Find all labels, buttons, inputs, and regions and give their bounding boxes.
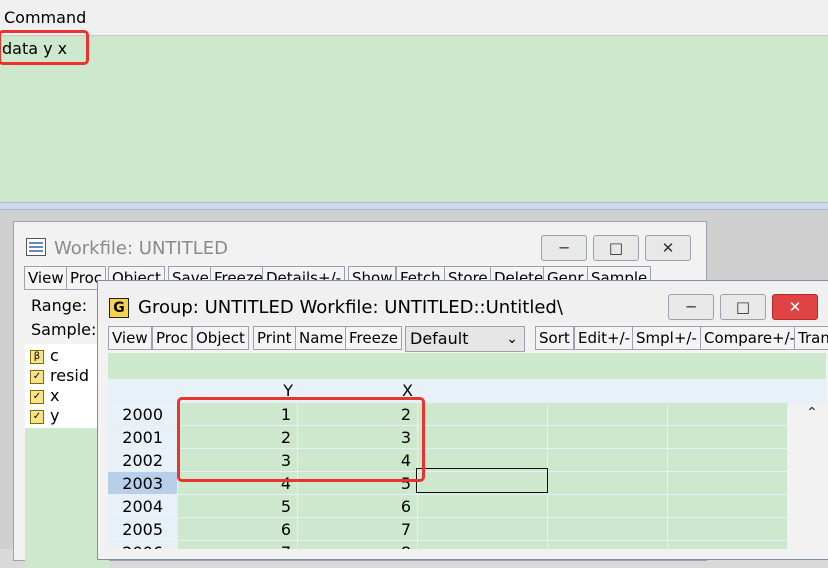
beta-icon: β — [30, 349, 44, 364]
command-input-area[interactable]: data y x — [0, 36, 828, 202]
sample-label: Sample: — [31, 320, 97, 339]
chevron-up-icon[interactable]: ⌃ — [806, 405, 818, 421]
list-item[interactable]: ✓ resid — [30, 366, 89, 386]
cell-x[interactable]: 7 — [298, 518, 418, 541]
column-header-empty[interactable] — [548, 379, 668, 403]
pane-divider[interactable] — [0, 202, 828, 210]
command-header: Command — [0, 0, 828, 36]
workfile-icon — [26, 238, 46, 256]
grp-sort-button[interactable]: Sort — [535, 326, 574, 350]
cell-x[interactable]: 8 — [298, 541, 418, 549]
cell-empty[interactable] — [668, 426, 788, 449]
cell-empty[interactable] — [668, 518, 788, 541]
list-item[interactable]: ✓ y — [30, 406, 59, 426]
column-header-empty[interactable] — [668, 379, 788, 403]
row-header[interactable]: 2005 — [108, 518, 178, 541]
cell-empty[interactable] — [548, 518, 668, 541]
series-icon: ✓ — [30, 409, 44, 424]
cell-empty[interactable] — [418, 541, 548, 549]
cell-empty[interactable] — [548, 541, 668, 549]
wf-view-button[interactable]: View — [24, 266, 68, 290]
group-title: Group: UNTITLED Workfile: UNTITLED::Unti… — [138, 297, 563, 318]
list-item[interactable]: ✓ x — [30, 386, 59, 406]
list-item[interactable]: βc — [30, 346, 59, 366]
view-dropdown-value: Default — [410, 329, 469, 348]
column-header-empty[interactable] — [788, 379, 826, 403]
cell-empty[interactable] — [418, 495, 548, 518]
view-dropdown[interactable]: Default ⌄ — [405, 326, 525, 352]
cell-empty[interactable] — [668, 403, 788, 426]
cell-empty[interactable] — [418, 518, 548, 541]
group-icon: G — [109, 298, 129, 318]
group-titlebar[interactable]: G Group: UNTITLED Workfile: UNTITLED::Un… — [98, 281, 828, 323]
vertical-scrollbar[interactable]: ⌃ — [798, 403, 826, 549]
grid-edit-strip — [108, 353, 826, 379]
close-icon[interactable]: ✕ — [645, 235, 691, 261]
grp-transpose-button[interactable]: Tran — [794, 326, 828, 350]
grp-proc-button[interactable]: Proc — [152, 326, 193, 350]
cell-empty[interactable] — [548, 403, 668, 426]
object-name: c — [50, 346, 59, 365]
row-header[interactable]: 2001 — [108, 426, 178, 449]
series-icon: ✓ — [30, 389, 44, 404]
cell-y[interactable]: 7 — [178, 541, 298, 549]
command-header-label: Command — [4, 8, 87, 27]
row-header[interactable]: 2003 — [108, 472, 178, 495]
object-name: y — [50, 406, 60, 425]
workfile-info: Range: Sample: — [31, 294, 96, 342]
row-header[interactable]: 2006 — [108, 541, 178, 549]
cell-empty[interactable] — [418, 403, 548, 426]
minimize-icon[interactable]: ─ — [541, 235, 587, 261]
grp-freeze-button[interactable]: Freeze — [345, 326, 402, 350]
row-header[interactable]: 2004 — [108, 495, 178, 518]
cell-empty[interactable] — [668, 541, 788, 549]
chevron-down-icon: ⌄ — [506, 331, 518, 347]
minimize-icon[interactable]: ─ — [668, 294, 714, 320]
cell-empty[interactable] — [548, 449, 668, 472]
cell-y[interactable]: 6 — [178, 518, 298, 541]
cell-empty[interactable] — [668, 495, 788, 518]
grp-edit-button[interactable]: Edit+/- — [574, 326, 635, 350]
workfile-titlebar[interactable]: Workfile: UNTITLED ─ □ ✕ — [14, 222, 706, 266]
cell-empty[interactable] — [548, 472, 668, 495]
row-header[interactable]: 2000 — [108, 403, 178, 426]
workfile-title: Workfile: UNTITLED — [54, 238, 228, 259]
command-highlight-box — [0, 30, 89, 65]
cell-x[interactable]: 6 — [298, 495, 418, 518]
range-label: Range: — [31, 296, 88, 315]
grp-name-button[interactable]: Name — [295, 326, 348, 350]
grp-compare-button[interactable]: Compare+/- — [700, 326, 800, 350]
maximize-icon[interactable]: □ — [593, 235, 639, 261]
grp-smpl-button[interactable]: Smpl+/- — [632, 326, 701, 350]
close-icon[interactable]: ✕ — [772, 294, 818, 320]
maximize-icon[interactable]: □ — [720, 294, 766, 320]
grp-object-button[interactable]: Object — [192, 326, 249, 350]
cell-empty[interactable] — [668, 449, 788, 472]
cell-empty[interactable] — [548, 495, 668, 518]
corner-cell — [108, 379, 178, 403]
cell-empty[interactable] — [668, 472, 788, 495]
object-name: x — [50, 386, 60, 405]
column-header-empty[interactable] — [418, 379, 548, 403]
selected-cell[interactable] — [416, 468, 548, 493]
object-name: resid — [50, 366, 90, 385]
data-highlight-box — [177, 397, 425, 482]
series-icon: ✓ — [30, 369, 44, 384]
grp-view-button[interactable]: View — [108, 326, 152, 350]
row-header[interactable]: 2002 — [108, 449, 178, 472]
grp-print-button[interactable]: Print — [253, 326, 296, 350]
cell-empty[interactable] — [548, 426, 668, 449]
cell-y[interactable]: 5 — [178, 495, 298, 518]
cell-empty[interactable] — [418, 426, 548, 449]
